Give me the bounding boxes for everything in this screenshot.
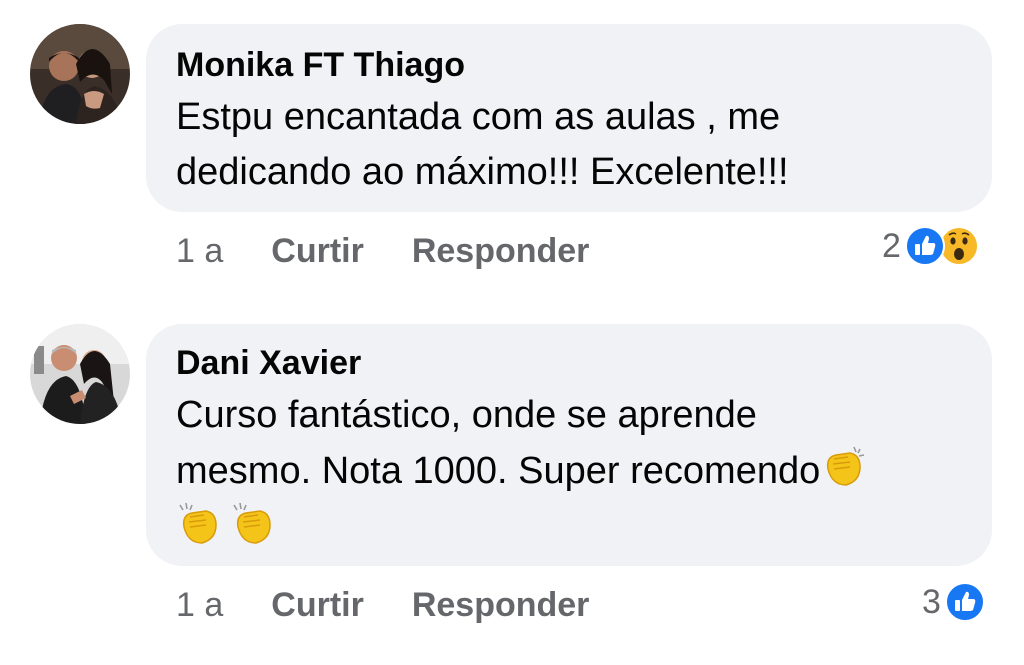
like-icon: [944, 582, 985, 622]
clapping-hands-icon: [230, 501, 278, 549]
comment-text-segment: mesmo. Nota 1000. Super recomendo: [176, 450, 821, 492]
comment-text-line: mesmo. Nota 1000. Super recomendo: [176, 443, 966, 499]
comment-text: Curso fantástico, onde se aprende mesmo.…: [176, 388, 966, 557]
comment-bubble: Dani Xavier Curso fantástico, onde se ap…: [146, 324, 992, 566]
wow-icon: [938, 226, 979, 266]
comment-author[interactable]: Dani Xavier: [176, 344, 361, 383]
like-button[interactable]: Curtir: [271, 586, 364, 625]
comment-actions: 1 a Curtir Responder: [176, 586, 589, 625]
reply-button[interactable]: Responder: [412, 586, 590, 625]
reaction-summary[interactable]: 3: [922, 582, 985, 622]
avatar[interactable]: [30, 324, 130, 424]
comment-item: Dani Xavier Curso fantástico, onde se ap…: [0, 0, 1024, 665]
clapping-hands-icon: [820, 443, 868, 491]
reaction-count: 3: [922, 582, 941, 621]
comment-emoji-line: [176, 499, 966, 557]
clapping-hands-icon: [176, 501, 224, 549]
avatar-photo: [30, 324, 130, 424]
like-icon: [904, 226, 945, 266]
comment-text-line: Curso fantástico, onde se aprende: [176, 394, 757, 436]
comment-timestamp[interactable]: 1 a: [176, 586, 223, 625]
